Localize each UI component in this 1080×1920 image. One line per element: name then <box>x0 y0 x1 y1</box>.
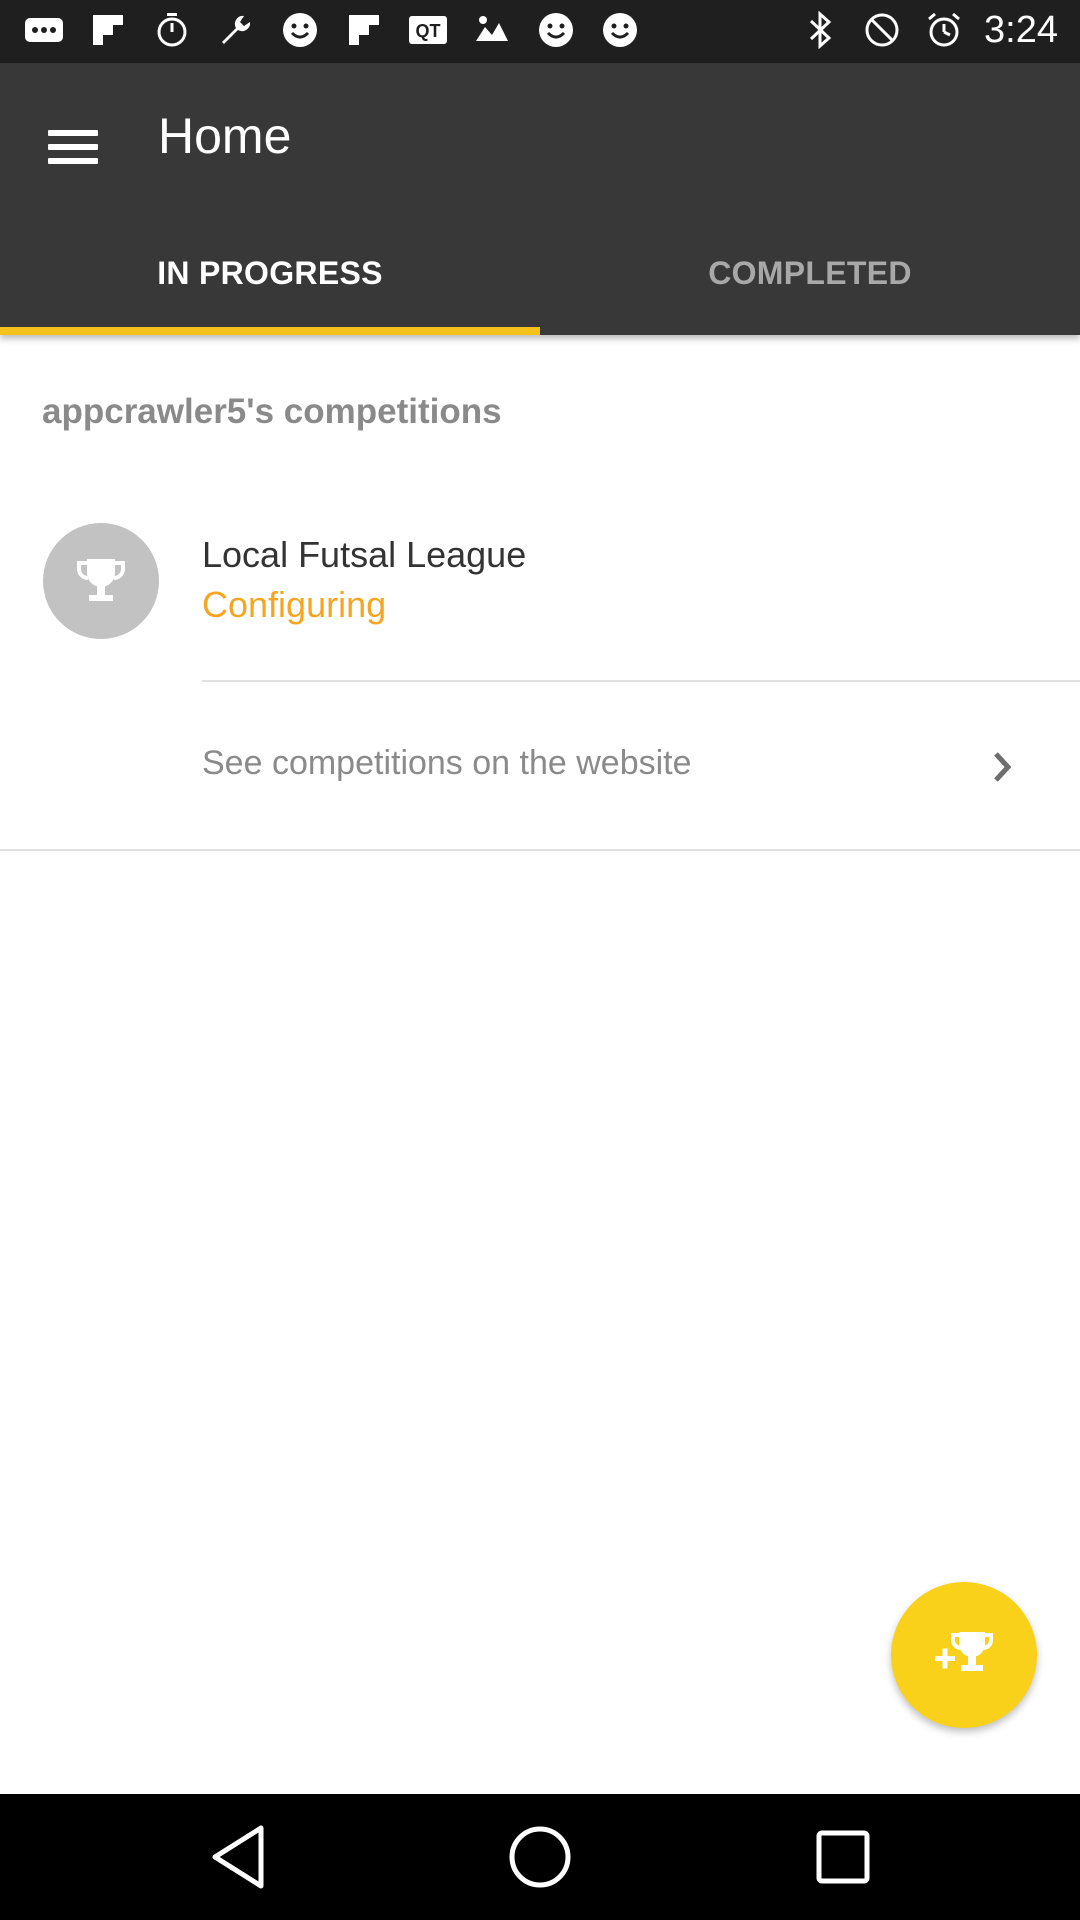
more-icon <box>22 8 66 52</box>
tab-bar: IN PROGRESS COMPLETED <box>0 213 1080 335</box>
status-bar: QT 3:24 <box>0 0 1080 63</box>
notification-icons: QT <box>22 8 642 52</box>
clock-time: 3:24 <box>984 8 1058 51</box>
back-icon <box>212 1825 264 1889</box>
timer-icon <box>150 8 194 52</box>
section-title: appcrawler5's competitions <box>42 392 502 431</box>
see-competitions-website-link[interactable]: See competitions on the website <box>0 682 1080 850</box>
tab-completed[interactable]: COMPLETED <box>540 213 1080 335</box>
smiley-icon <box>534 8 578 52</box>
home-icon <box>509 1826 571 1888</box>
flipboard-icon <box>342 8 386 52</box>
svg-text:QT: QT <box>416 21 441 41</box>
recent-apps-icon <box>816 1830 870 1884</box>
add-trophy-icon <box>935 1632 994 1671</box>
qt-icon: QT <box>406 8 450 52</box>
competition-name: Local Futsal League <box>202 534 527 575</box>
chevron-right-icon <box>994 752 1012 782</box>
competition-avatar <box>43 523 159 639</box>
page-title: Home <box>158 108 292 164</box>
tab-in-progress[interactable]: IN PROGRESS <box>0 213 540 335</box>
alarm-icon <box>922 8 966 52</box>
image-icon <box>470 8 514 52</box>
competition-status: Configuring <box>202 584 387 625</box>
trophy-icon <box>77 559 125 601</box>
competition-list-item[interactable]: Local Futsal League Configuring <box>0 505 1080 683</box>
add-competition-button[interactable] <box>891 1582 1037 1728</box>
home-button[interactable] <box>495 1814 585 1900</box>
website-link-label: See competitions on the website <box>202 744 692 782</box>
do-not-disturb-icon <box>860 8 904 52</box>
section-divider <box>0 849 1080 851</box>
back-button[interactable] <box>195 1814 285 1900</box>
active-tab-indicator <box>0 327 540 335</box>
recent-apps-button[interactable] <box>798 1814 888 1900</box>
app-bar: Home IN PROGRESS COMPLETED <box>0 63 1080 335</box>
smiley-icon <box>598 8 642 52</box>
system-status: 3:24 <box>798 8 1058 52</box>
system-navigation-bar <box>0 1794 1080 1920</box>
hamburger-menu-icon[interactable] <box>46 120 100 174</box>
flipboard-icon <box>86 8 130 52</box>
tab-label: COMPLETED <box>708 255 912 291</box>
wrench-icon <box>214 8 258 52</box>
tab-label: IN PROGRESS <box>157 255 383 291</box>
bluetooth-icon <box>798 8 842 52</box>
smiley-icon <box>278 8 322 52</box>
